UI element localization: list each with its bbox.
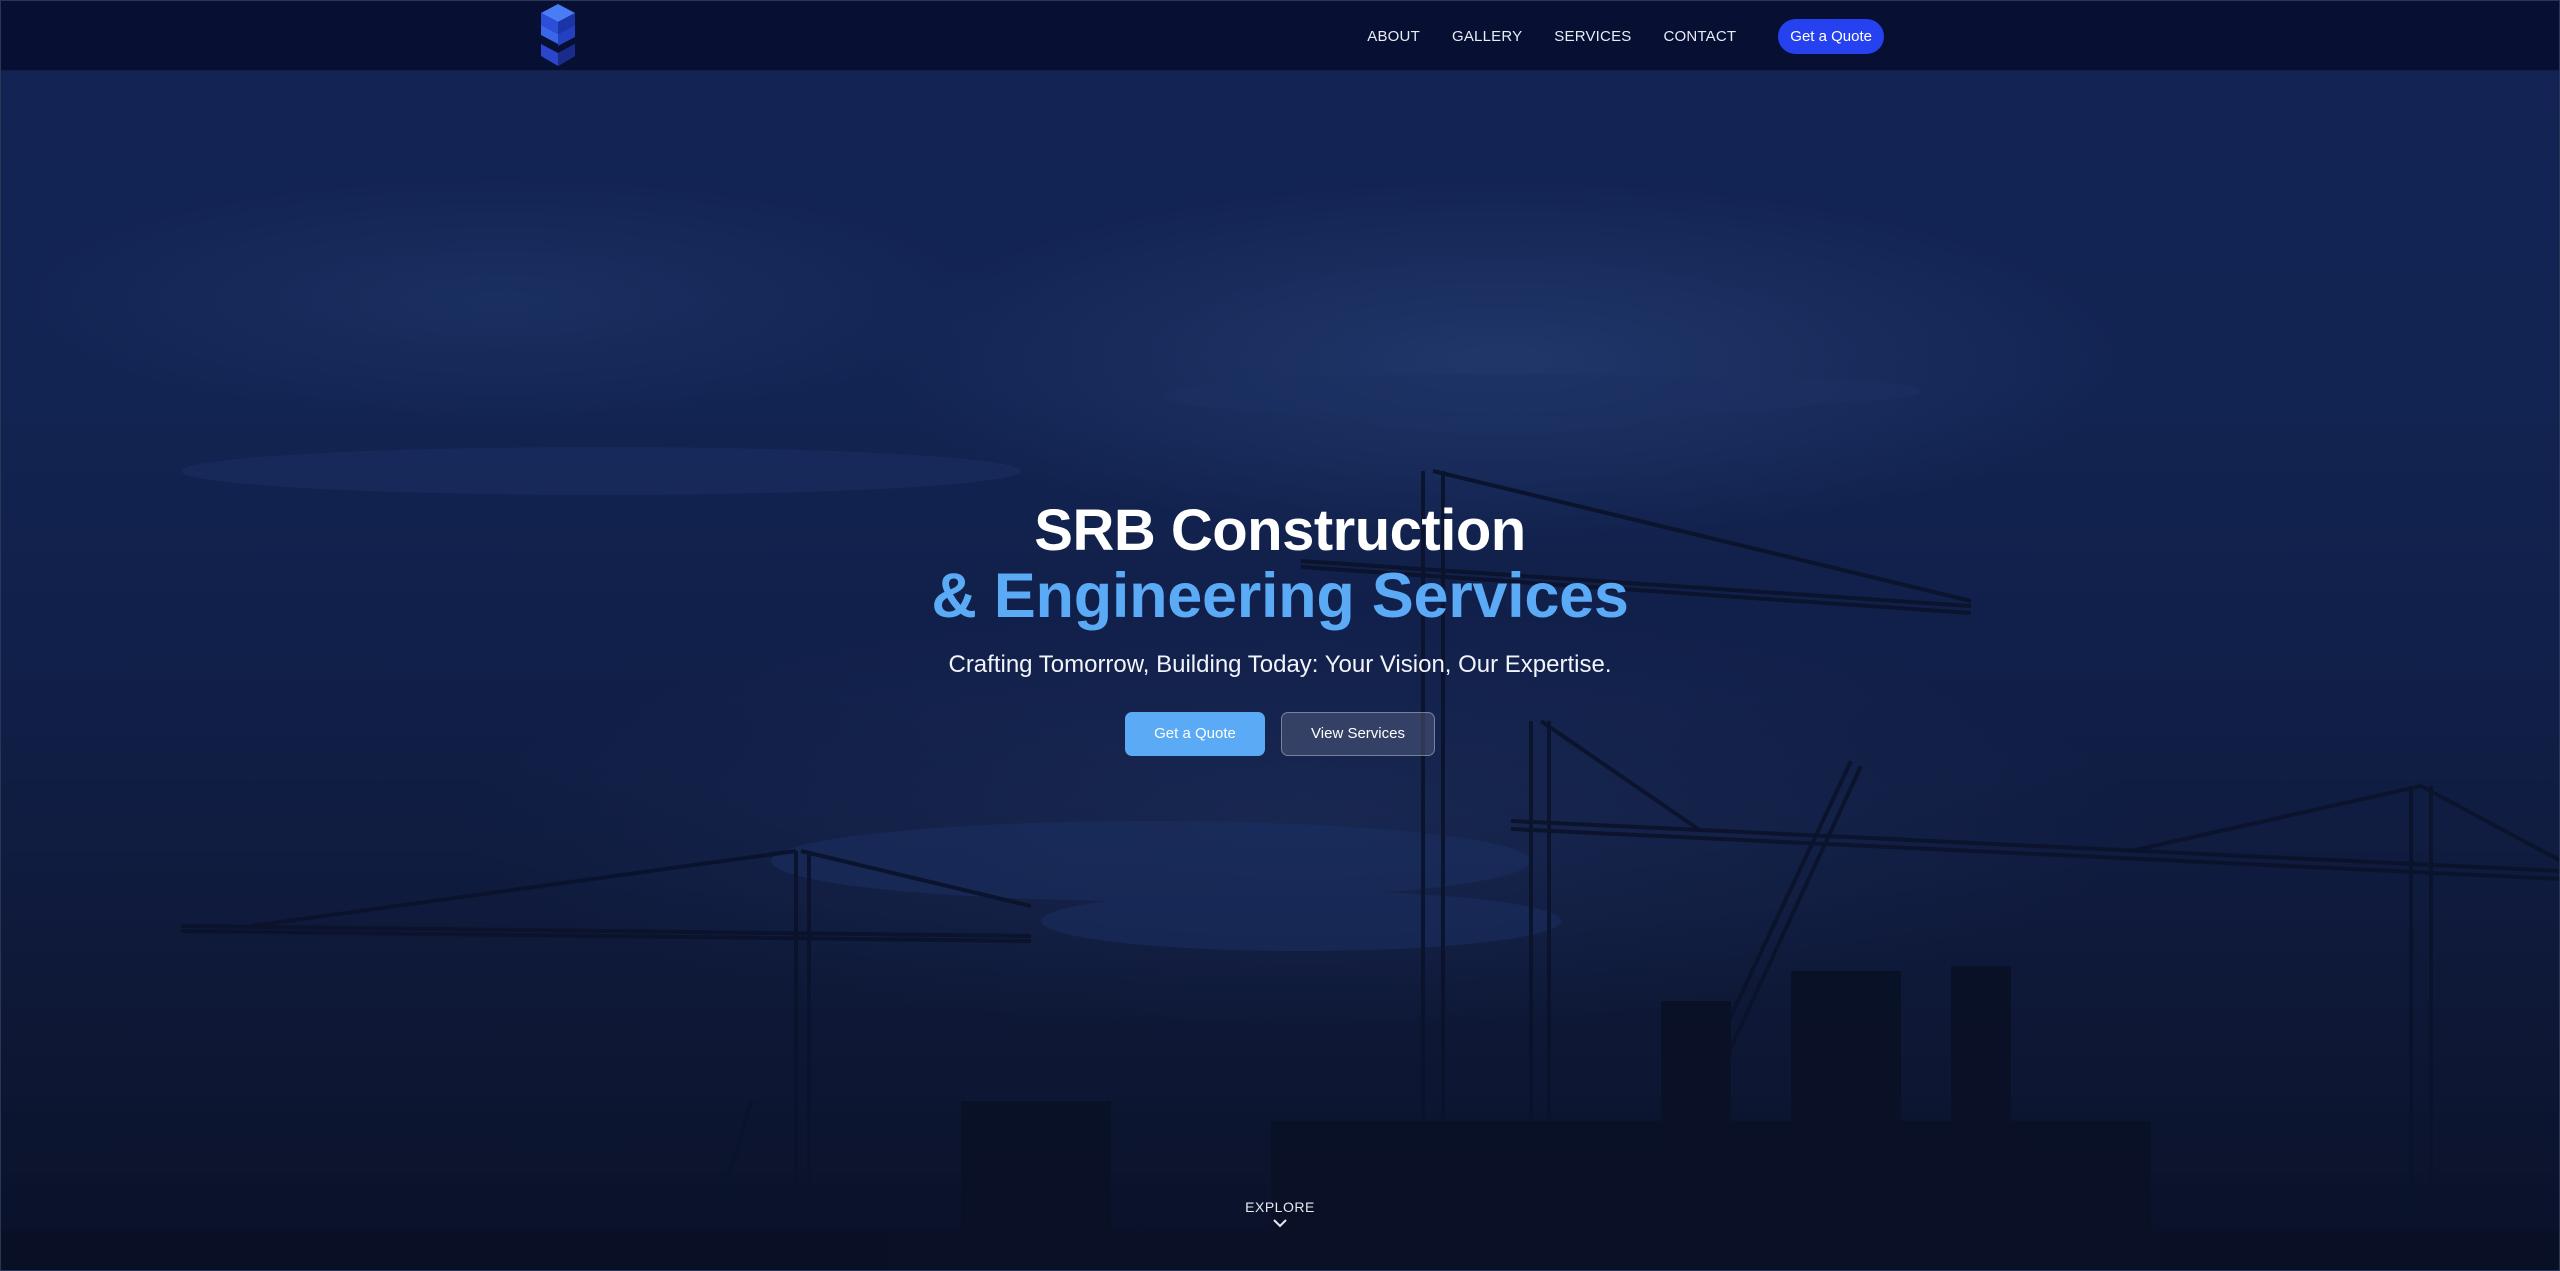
hero-title-line1: SRB Construction xyxy=(1034,498,1526,563)
view-services-button[interactable]: View Services xyxy=(1281,712,1435,756)
get-quote-button[interactable]: Get a Quote xyxy=(1125,712,1265,756)
nav-link-about[interactable]: ABOUT xyxy=(1367,28,1420,45)
hero-title-line2: & Engineering Services xyxy=(931,561,1629,631)
hero-title: SRB Construction & Engineering Services xyxy=(1,497,2559,631)
explore-label: EXPLORE xyxy=(1245,1199,1315,1215)
srb-cube-logo-icon xyxy=(541,4,575,66)
chevron-down-icon xyxy=(1273,1219,1287,1228)
srb-logo[interactable] xyxy=(535,4,581,66)
nav-link-gallery[interactable]: GALLERY xyxy=(1452,28,1522,45)
hero-buttons: Get a Quote View Services xyxy=(1,712,2559,756)
hero-section: SRB Construction & Engineering Services … xyxy=(1,497,2559,756)
explore-scroll-link[interactable]: EXPLORE xyxy=(1,1199,2559,1229)
nav-links: ABOUT GALLERY SERVICES CONTACT Get a Quo… xyxy=(1335,1,1884,71)
top-navbar: ABOUT GALLERY SERVICES CONTACT Get a Quo… xyxy=(1,1,2559,71)
nav-link-services[interactable]: SERVICES xyxy=(1554,28,1631,45)
hero-subtitle: Crafting Tomorrow, Building Today: Your … xyxy=(948,651,1612,678)
nav-get-quote-button[interactable]: Get a Quote xyxy=(1778,18,1884,54)
nav-link-contact[interactable]: CONTACT xyxy=(1663,28,1736,45)
